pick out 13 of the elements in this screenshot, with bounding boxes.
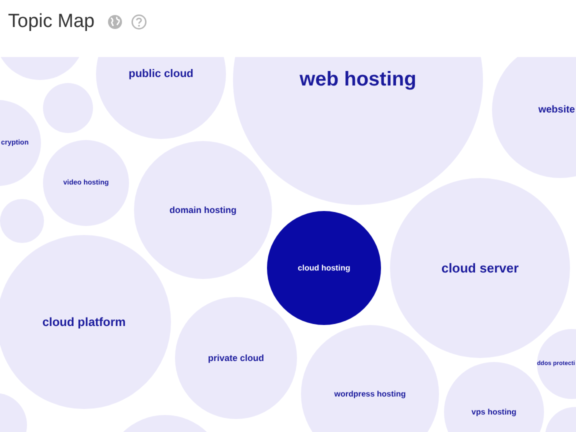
help-icon[interactable] [130, 14, 147, 30]
topic-label: cloud platform [42, 315, 126, 329]
page-title: Topic Map [8, 10, 95, 32]
globe-icon[interactable] [106, 14, 123, 30]
topic-label: cloud hosting [298, 264, 350, 272]
topic-label: vps hosting [472, 408, 516, 416]
topic-label: web hosting [300, 68, 416, 92]
topic-label: public cloud [128, 68, 194, 80]
topic-label: website [538, 104, 575, 116]
topic-label: domain hosting [170, 205, 236, 215]
topic-label: private cloud [208, 353, 264, 363]
topic-label: wordpress hosting [334, 390, 406, 398]
topic-label: cloud server [441, 260, 519, 276]
